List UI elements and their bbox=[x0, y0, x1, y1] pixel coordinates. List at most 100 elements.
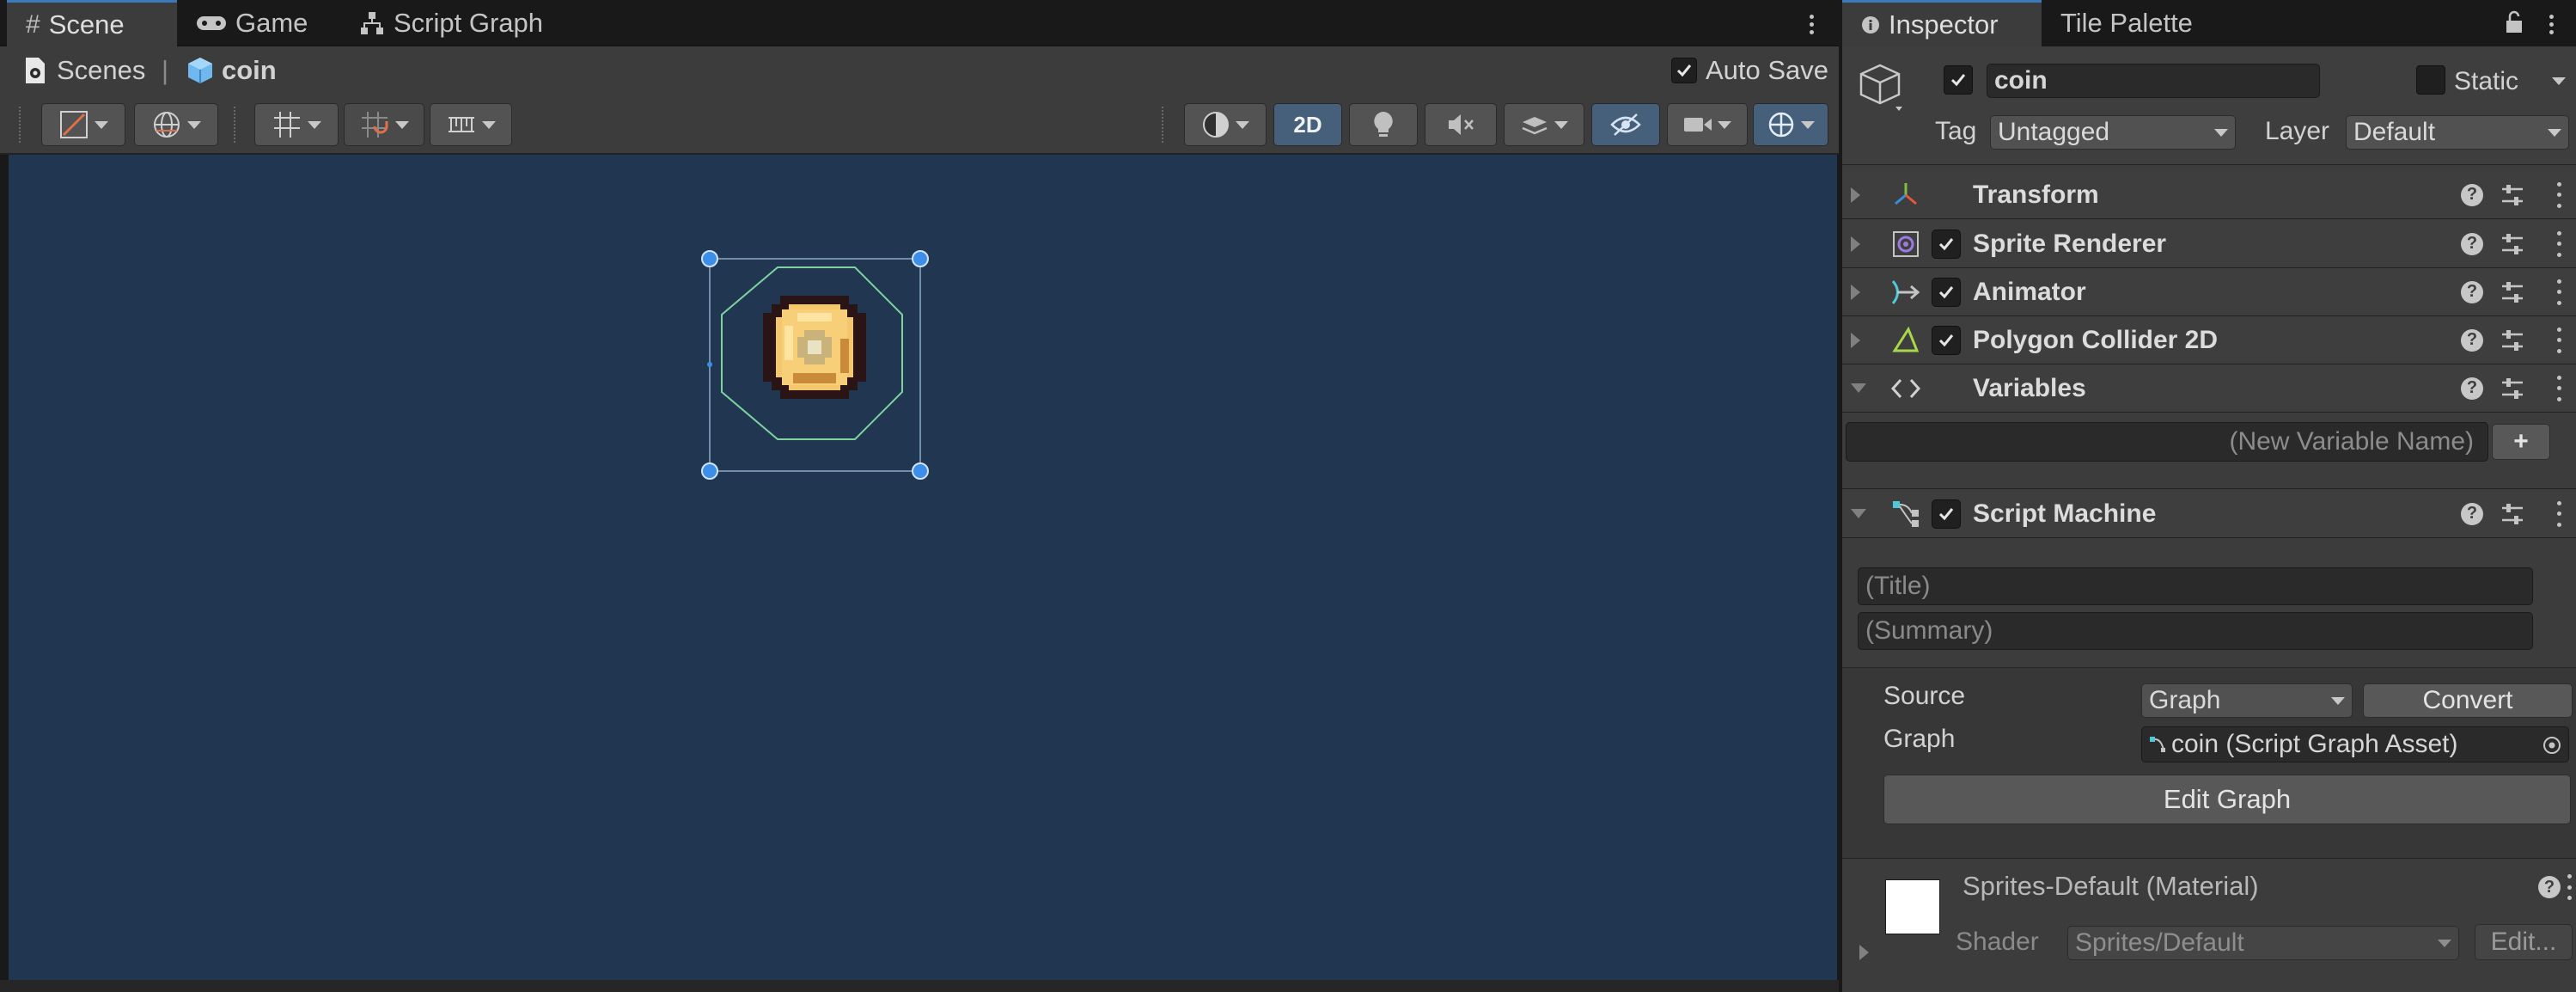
script-graph-asset-icon bbox=[2149, 736, 2166, 753]
toolbar-grip[interactable] bbox=[19, 107, 22, 143]
scene-camera-dropdown[interactable] bbox=[1667, 103, 1748, 146]
object-picker-icon[interactable] bbox=[2542, 736, 2561, 755]
help-icon[interactable]: ? bbox=[2461, 280, 2483, 303]
component-transform[interactable]: Transform ? bbox=[1842, 171, 2576, 219]
scene-breadcrumb-bar: Scenes | coin Auto Save bbox=[0, 46, 1839, 95]
inspector-tab-menu-button[interactable] bbox=[2547, 7, 2555, 41]
audio-toggle[interactable] bbox=[1425, 103, 1497, 146]
presets-icon[interactable] bbox=[2500, 182, 2524, 208]
edit-graph-button[interactable]: Edit Graph bbox=[1883, 775, 2571, 824]
tag-dropdown[interactable]: Untagged bbox=[1990, 115, 2236, 150]
help-icon[interactable]: ? bbox=[2538, 876, 2561, 898]
summary-input[interactable]: (Summary) bbox=[1858, 612, 2533, 650]
component-menu-button[interactable] bbox=[2555, 375, 2562, 401]
component-menu-button[interactable] bbox=[2555, 327, 2562, 353]
eye-slash-icon bbox=[1610, 112, 1641, 138]
component-variables[interactable]: Variables ? bbox=[1842, 364, 2576, 413]
graph-object-field[interactable]: coin (Script Graph Asset) bbox=[2141, 726, 2569, 762]
polygon-collider-icon bbox=[1889, 323, 1923, 358]
component-menu-button[interactable] bbox=[2555, 279, 2562, 305]
add-variable-button[interactable]: + bbox=[2492, 424, 2550, 460]
material-preview-swatch[interactable] bbox=[1885, 879, 1940, 934]
title-input[interactable]: (Title) bbox=[1858, 567, 2533, 605]
coin-sprite bbox=[763, 296, 866, 399]
static-checkbox[interactable] bbox=[2416, 65, 2445, 95]
component-title: Sprite Renderer bbox=[1973, 229, 2167, 258]
foldout-arrow-icon[interactable] bbox=[1859, 945, 1869, 960]
new-variable-name-input[interactable]: (New Variable Name) bbox=[1846, 422, 2488, 462]
transform-icon bbox=[1889, 178, 1923, 212]
gameobject-active-checkbox[interactable] bbox=[1944, 65, 1973, 95]
component-polygon-collider-2d[interactable]: Polygon Collider 2D ? bbox=[1842, 316, 2576, 364]
presets-icon[interactable] bbox=[2500, 376, 2524, 401]
animator-icon bbox=[1889, 275, 1923, 309]
foldout-arrow-icon[interactable] bbox=[1851, 187, 1860, 203]
component-enabled-checkbox[interactable] bbox=[1932, 325, 1961, 355]
chevron-down-icon bbox=[1236, 120, 1249, 129]
sprite-renderer-icon bbox=[1889, 227, 1923, 261]
gizmos-dropdown[interactable] bbox=[1753, 103, 1828, 146]
ruler-dropdown[interactable] bbox=[430, 103, 512, 146]
scene-viewport[interactable] bbox=[9, 155, 1837, 980]
tab-script-graph[interactable]: Script Graph bbox=[340, 0, 564, 46]
foldout-arrow-icon[interactable] bbox=[1851, 383, 1866, 393]
component-enabled-checkbox[interactable] bbox=[1932, 229, 1961, 259]
component-menu-button[interactable] bbox=[2555, 181, 2562, 208]
effects-dropdown[interactable] bbox=[1504, 103, 1584, 146]
tab-scene[interactable]: # Scene bbox=[7, 0, 177, 46]
lighting-toggle[interactable] bbox=[1349, 103, 1418, 146]
chevron-down-icon bbox=[308, 120, 321, 129]
shader-edit-button[interactable]: Edit... bbox=[2475, 924, 2573, 960]
gamepad-icon bbox=[196, 14, 227, 33]
foldout-arrow-icon[interactable] bbox=[1851, 332, 1860, 348]
graph-value: coin (Script Graph Asset) bbox=[2171, 730, 2458, 758]
layer-dropdown[interactable]: Default bbox=[2346, 115, 2569, 150]
presets-icon[interactable] bbox=[2500, 231, 2524, 257]
chevron-down-icon bbox=[1554, 120, 1568, 129]
help-icon[interactable]: ? bbox=[2461, 502, 2483, 525]
draw-mode-dropdown[interactable] bbox=[41, 103, 125, 146]
lock-icon[interactable] bbox=[2504, 10, 2524, 34]
shading-mode-dropdown[interactable] bbox=[1184, 103, 1267, 146]
scene-tab-menu-button[interactable] bbox=[1803, 7, 1820, 41]
static-dropdown-chevron-icon[interactable] bbox=[2552, 77, 2566, 85]
tab-inspector[interactable]: Inspector bbox=[1842, 0, 2042, 46]
tab-game[interactable]: Game bbox=[177, 0, 323, 46]
toggle-2d-button[interactable]: 2D bbox=[1273, 103, 1342, 146]
gameobject-name-field[interactable]: coin bbox=[1987, 64, 2320, 98]
increment-snap-dropdown[interactable] bbox=[344, 103, 424, 146]
tab-scene-label: Scene bbox=[48, 9, 125, 40]
hidden-objects-toggle[interactable] bbox=[1591, 103, 1660, 146]
breadcrumb-scenes[interactable]: Scenes bbox=[22, 46, 145, 95]
material-menu-button[interactable] bbox=[2566, 874, 2573, 900]
component-script-machine[interactable]: Script Machine ? bbox=[1842, 490, 2576, 538]
grid-snapping-dropdown[interactable] bbox=[254, 103, 339, 146]
global-local-dropdown[interactable] bbox=[134, 103, 218, 146]
component-menu-button[interactable] bbox=[2555, 230, 2562, 257]
breadcrumb-coin[interactable]: coin bbox=[186, 46, 277, 95]
presets-icon[interactable] bbox=[2500, 279, 2524, 305]
foldout-arrow-icon[interactable] bbox=[1851, 284, 1860, 300]
foldout-arrow-icon[interactable] bbox=[1851, 236, 1860, 252]
presets-icon[interactable] bbox=[2500, 328, 2524, 353]
auto-save-toggle[interactable]: Auto Save bbox=[1670, 46, 1828, 95]
component-menu-button[interactable] bbox=[2555, 500, 2562, 527]
tab-tile-palette-label: Tile Palette bbox=[2060, 8, 2193, 38]
foldout-arrow-icon[interactable] bbox=[1851, 509, 1866, 518]
tab-inspector-label: Inspector bbox=[1889, 9, 1999, 40]
help-icon[interactable]: ? bbox=[2461, 183, 2483, 206]
source-dropdown[interactable]: Graph bbox=[2141, 683, 2353, 718]
component-enabled-checkbox[interactable] bbox=[1932, 499, 1961, 529]
help-icon[interactable]: ? bbox=[2461, 377, 2483, 400]
help-icon[interactable]: ? bbox=[2461, 328, 2483, 352]
auto-save-checkbox[interactable] bbox=[1670, 58, 1697, 83]
component-animator[interactable]: Animator ? bbox=[1842, 268, 2576, 316]
convert-button[interactable]: Convert bbox=[2363, 683, 2573, 718]
gameobject-cube-icon[interactable] bbox=[1858, 62, 1908, 113]
help-icon[interactable]: ? bbox=[2461, 232, 2483, 255]
presets-icon[interactable] bbox=[2500, 501, 2524, 527]
shader-dropdown[interactable]: Sprites/Default bbox=[2067, 926, 2459, 960]
tab-tile-palette[interactable]: Tile Palette bbox=[2042, 0, 2239, 46]
component-sprite-renderer[interactable]: Sprite Renderer ? bbox=[1842, 220, 2576, 268]
component-enabled-checkbox[interactable] bbox=[1932, 277, 1961, 307]
